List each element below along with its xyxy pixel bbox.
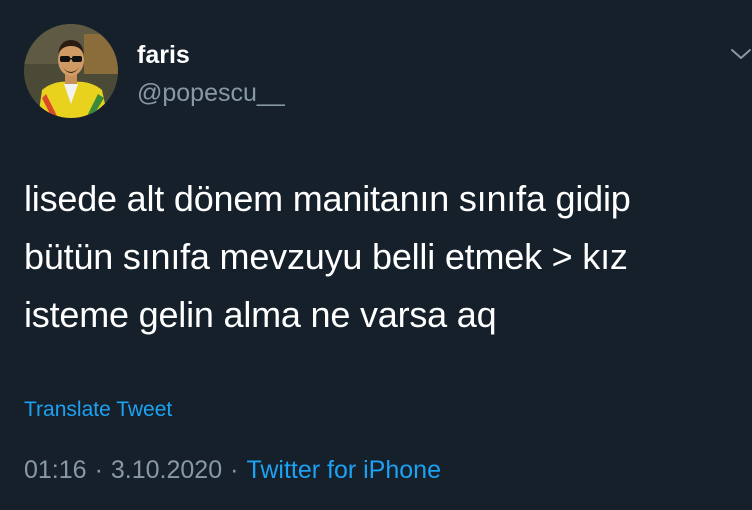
tweet-text: lisede alt dönem manitanın sınıfa gidip … <box>24 178 631 335</box>
tweet-time[interactable]: 01:16 <box>24 456 87 484</box>
translate-tweet-link[interactable]: Translate Tweet <box>24 396 172 424</box>
avatar-image <box>24 24 118 118</box>
avatar[interactable] <box>24 24 118 118</box>
separator: · <box>94 456 103 484</box>
tweet-card: faris @popescu__ lisede alt dönem manita… <box>0 0 752 510</box>
tweet-date[interactable]: 3.10.2020 <box>111 456 222 484</box>
tweet-metadata: 01:16 · 3.10.2020 · Twitter for iPhone <box>24 453 441 487</box>
display-name[interactable]: faris <box>137 39 190 71</box>
tweet-source-link[interactable]: Twitter for iPhone <box>246 456 441 484</box>
separator: · <box>230 456 239 484</box>
chevron-down-icon[interactable] <box>728 40 752 70</box>
user-handle[interactable]: @popescu__ <box>137 77 285 109</box>
